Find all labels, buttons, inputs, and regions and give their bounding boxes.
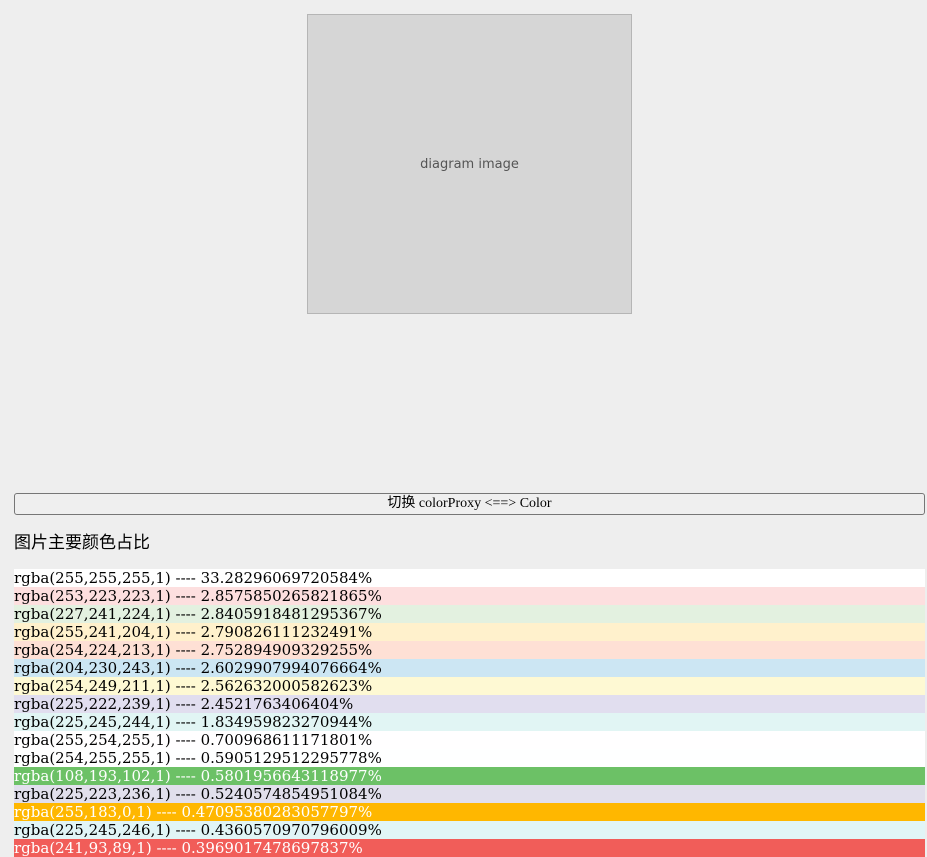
toggle-color-proxy-button[interactable]: 切换 colorProxy <==> Color xyxy=(14,493,925,515)
color-row: rgba(254,249,211,1) ---- 2.5626320005826… xyxy=(14,677,925,695)
color-row: rgba(255,254,255,1) ---- 0.7009686111718… xyxy=(14,731,925,749)
color-row: rgba(255,183,0,1) ---- 0.470953802830577… xyxy=(14,803,925,821)
section-title: 图片主要颜色占比 xyxy=(14,533,150,553)
color-row: rgba(255,255,255,1) ---- 33.282960697205… xyxy=(14,569,925,587)
color-row: rgba(253,223,223,1) ---- 2.8575850265821… xyxy=(14,587,925,605)
color-row: rgba(225,245,246,1) ---- 0.4360570970796… xyxy=(14,821,925,839)
color-row: rgba(225,222,239,1) ---- 2.4521763406404… xyxy=(14,695,925,713)
color-row: rgba(241,93,89,1) ---- 0.396901747869783… xyxy=(14,839,925,857)
color-row: rgba(225,223,236,1) ---- 0.5240574854951… xyxy=(14,785,925,803)
color-row: rgba(255,241,204,1) ---- 2.7908261112324… xyxy=(14,623,925,641)
front-end-skills-image: diagram image xyxy=(307,14,632,314)
color-list: rgba(255,255,255,1) ---- 33.282960697205… xyxy=(14,569,925,857)
color-row: rgba(108,193,102,1) ---- 0.5801956643118… xyxy=(14,767,925,785)
color-row: rgba(227,241,224,1) ---- 2.8405918481295… xyxy=(14,605,925,623)
image-placeholder: diagram image xyxy=(307,14,632,314)
color-row: rgba(254,255,255,1) ---- 0.5905129512295… xyxy=(14,749,925,767)
color-row: rgba(225,245,244,1) ---- 1.8349598232709… xyxy=(14,713,925,731)
color-row: rgba(204,230,243,1) ---- 2.6029907994076… xyxy=(14,659,925,677)
color-row: rgba(254,224,213,1) ---- 2.7528949093292… xyxy=(14,641,925,659)
